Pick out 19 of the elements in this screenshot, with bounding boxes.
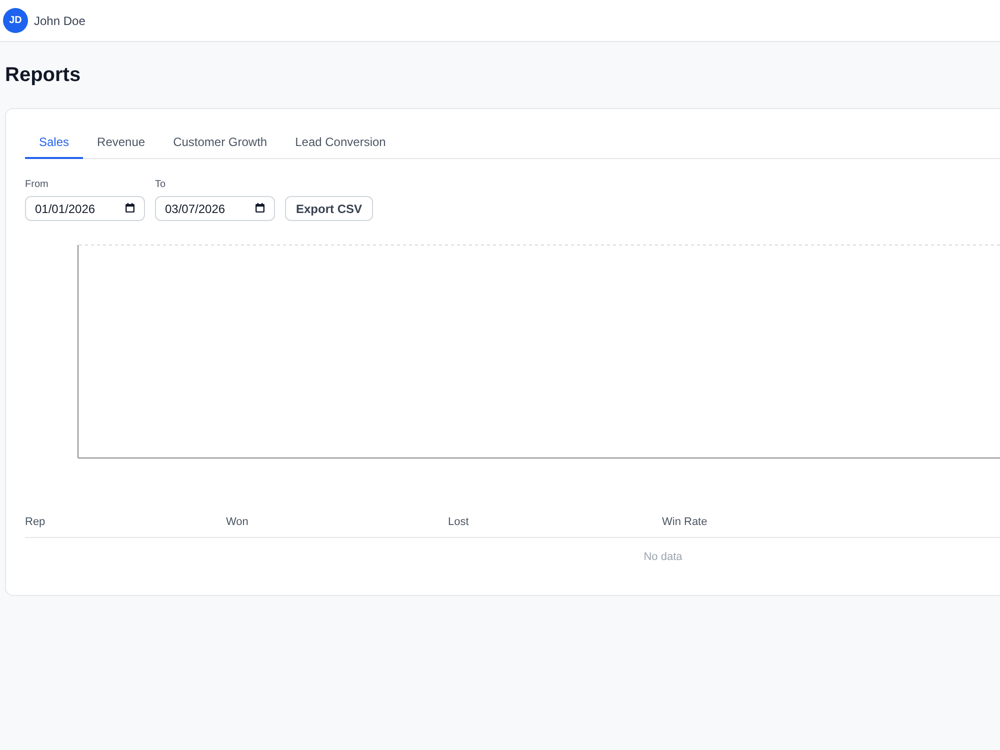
calendar-icon[interactable] bbox=[255, 203, 265, 213]
column-header: Won bbox=[226, 515, 248, 530]
calendar-icon[interactable] bbox=[125, 203, 135, 213]
field-label: To bbox=[155, 179, 166, 191]
user-avatar: JD bbox=[3, 8, 28, 33]
empty-message: No data bbox=[644, 550, 682, 564]
report-tab[interactable]: Lead Conversion bbox=[281, 123, 400, 159]
report-tab[interactable]: Revenue bbox=[83, 123, 160, 159]
user-name: John Doe bbox=[34, 14, 86, 28]
export-button[interactable]: Export CSV bbox=[285, 196, 374, 221]
date-field[interactable]: 03/07/2026 bbox=[155, 196, 275, 221]
report-tab[interactable]: Customer Growth bbox=[159, 123, 282, 159]
column-header: Lost bbox=[448, 515, 469, 530]
column-header: Win Rate bbox=[662, 515, 708, 530]
page-title: Reports bbox=[5, 63, 81, 87]
column-header: Rep bbox=[25, 515, 46, 530]
field-label: From bbox=[25, 179, 48, 191]
report-tab[interactable]: Sales bbox=[25, 123, 84, 159]
date-field[interactable]: 01/01/2026 bbox=[25, 196, 145, 221]
